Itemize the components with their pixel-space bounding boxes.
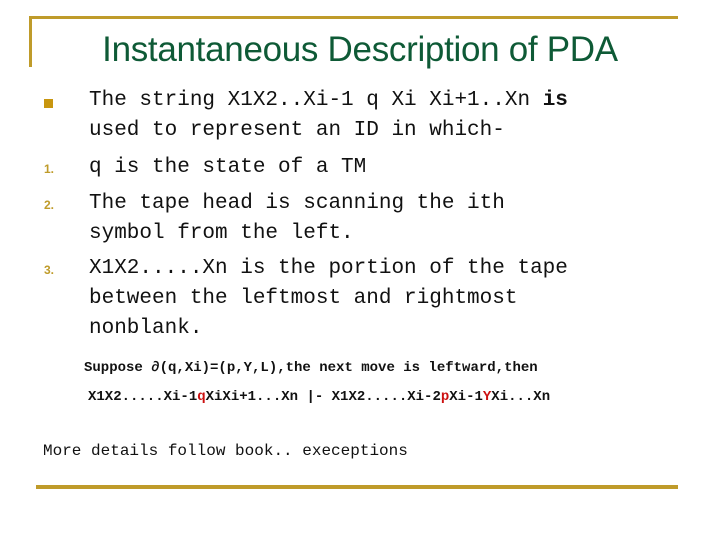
transition-example: X1X2.....Xi-1qXiXi+1...Xn |- X1X2.....Xi… <box>88 389 550 405</box>
slide-title: Instantaneous Description of PDA <box>102 30 618 69</box>
transition-part-4: Xi...Xn <box>491 389 551 405</box>
square-bullet-icon <box>44 99 53 108</box>
bullet-bold-tail: is <box>542 89 568 112</box>
numbered-item-1: 1. q is the state of a TM <box>0 153 720 183</box>
number-marker: 3. <box>44 263 55 277</box>
top-accent-rule <box>30 16 678 19</box>
number-marker: 2. <box>44 198 55 212</box>
bullet-line-1: The string X1X2..Xi-1 q Xi Xi+1..Xn <box>89 89 543 112</box>
content-list: The string X1X2..Xi-1 q Xi Xi+1..Xn is u… <box>0 86 720 344</box>
bullet-item: The string X1X2..Xi-1 q Xi Xi+1..Xn is u… <box>0 86 720 146</box>
item-2-line-1: The tape head is scanning the ith <box>89 192 505 215</box>
item-3-line-2: between the leftmost and rightmost <box>89 287 518 310</box>
bullet-line-2: used to represent an ID in which- <box>89 119 505 142</box>
transition-part-3: Xi-1 <box>449 389 483 405</box>
bottom-accent-rule <box>36 485 678 489</box>
item-2-line-2: symbol from the left. <box>89 222 354 245</box>
numbered-item-3: 3. X1X2.....Xn is the portion of the tap… <box>0 254 720 344</box>
transition-part-1: X1X2.....Xi-1 <box>88 389 198 405</box>
item-1-line-1: q is the state of a TM <box>89 156 367 179</box>
transition-part-2: XiXi+1...Xn |- X1X2.....Xi-2 <box>205 389 441 405</box>
numbered-item-2: 2. The tape head is scanning the ith sym… <box>0 189 720 249</box>
item-3-line-1: X1X2.....Xn is the portion of the tape <box>89 257 568 280</box>
state-q-highlight: q <box>197 389 206 405</box>
more-details-note: More details follow book.. execeptions <box>43 442 408 460</box>
suppose-statement: Suppose ∂(q,Xi)=(p,Y,L),the next move is… <box>84 360 538 376</box>
item-3-line-3: nonblank. <box>89 317 203 340</box>
number-marker: 1. <box>44 162 55 176</box>
